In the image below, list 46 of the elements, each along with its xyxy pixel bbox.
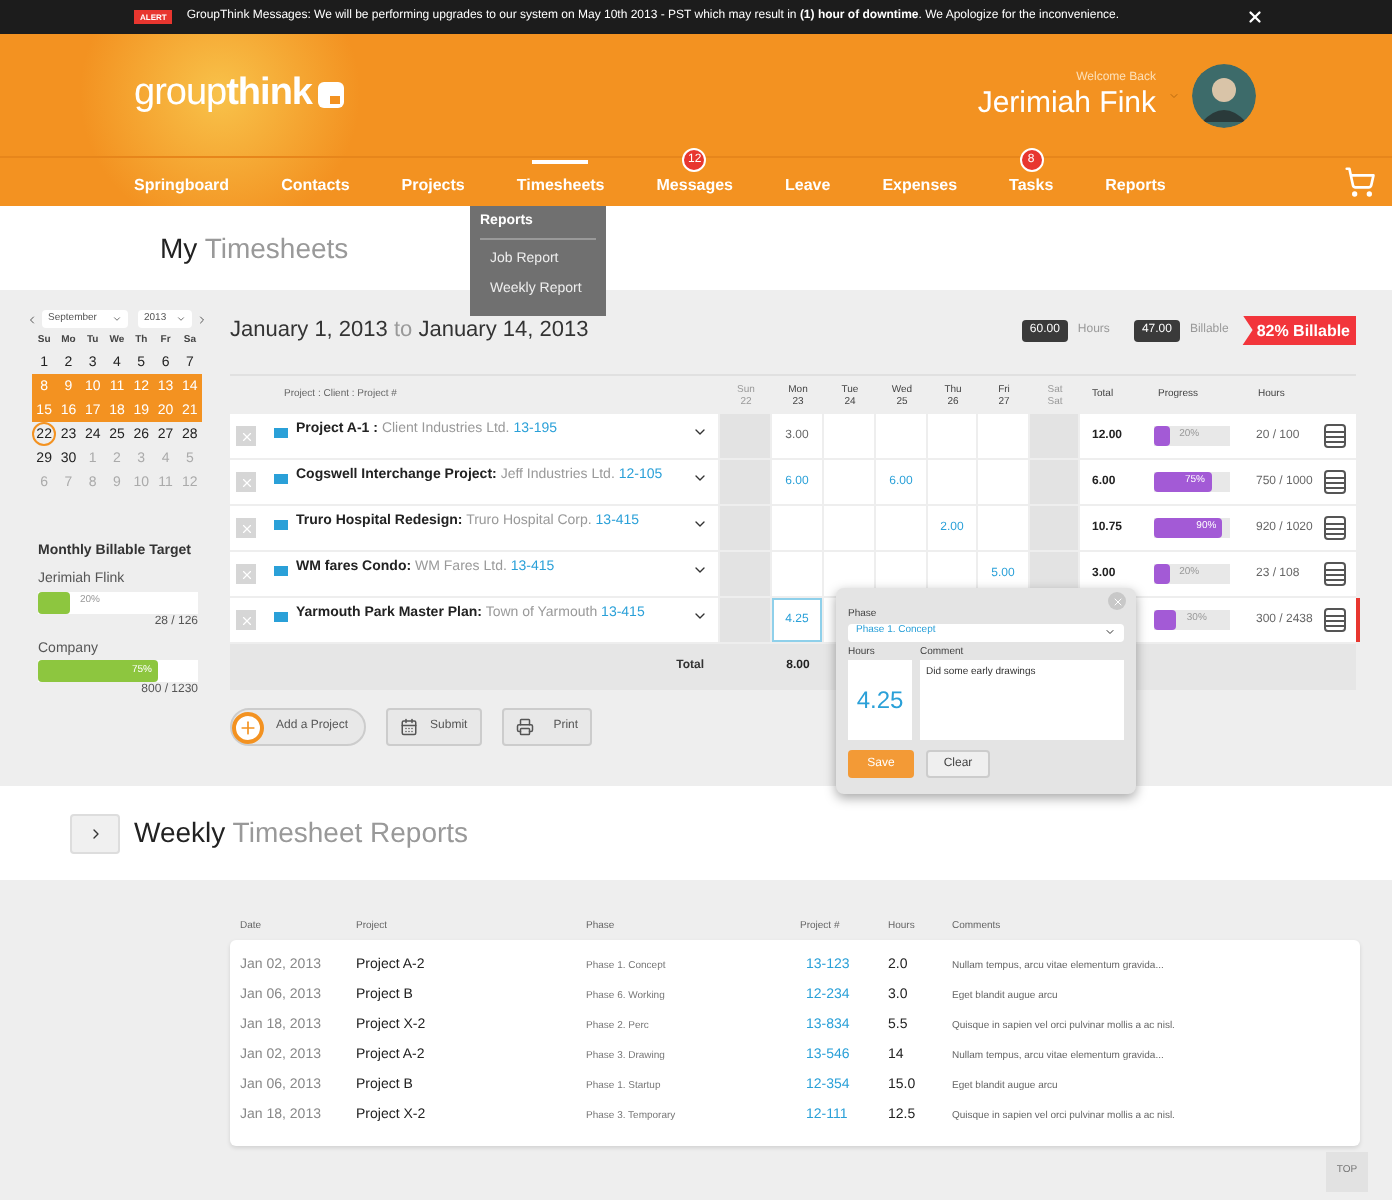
- logo-icon: [318, 82, 344, 108]
- expand-icon[interactable]: [692, 424, 708, 440]
- project-icon: [274, 520, 288, 530]
- nav-item[interactable]: Messages: [656, 166, 733, 206]
- page-title: My Timesheets: [160, 229, 349, 268]
- list-icon[interactable]: [1324, 608, 1346, 632]
- close-icon: [239, 475, 253, 489]
- printer-icon: [515, 718, 534, 736]
- project-icon: [274, 612, 288, 622]
- nav-item[interactable]: Projects: [401, 166, 465, 206]
- chevron-down-icon: [112, 314, 122, 324]
- expand-icon[interactable]: [692, 562, 708, 578]
- list-icon[interactable]: [1324, 424, 1346, 448]
- user-name: Jerimiah Fink: [977, 88, 1156, 120]
- list-icon[interactable]: [1324, 470, 1346, 494]
- chevron-down-icon: [176, 314, 186, 324]
- list-icon[interactable]: [1324, 562, 1346, 586]
- close-icon: [239, 613, 253, 627]
- nav-item[interactable]: Springboard: [134, 166, 230, 206]
- list-icon[interactable]: [1324, 516, 1346, 540]
- nav-item[interactable]: Leave: [785, 166, 831, 206]
- project-icon: [274, 566, 288, 576]
- close-icon: [1111, 595, 1123, 607]
- nav-item[interactable]: Timesheets: [516, 166, 605, 206]
- close-icon: [239, 567, 253, 581]
- close-icon: [239, 429, 253, 443]
- nav-item[interactable]: Contacts: [281, 166, 350, 206]
- expand-icon[interactable]: [692, 470, 708, 486]
- chevron-down-icon: [1104, 626, 1116, 638]
- section-title: Weekly Timesheet Reports: [134, 814, 469, 852]
- calendar-icon: [400, 718, 419, 736]
- nav-item[interactable]: Expenses: [882, 166, 958, 206]
- billable-ratio: 82% Billable: [1242, 315, 1356, 345]
- date-range: January 1, 2013 to January 14, 2013: [230, 315, 589, 346]
- nav-item[interactable]: Reports: [1105, 166, 1166, 206]
- avatar: [1192, 63, 1256, 127]
- hours-field[interactable]: 4.25: [848, 660, 912, 740]
- logo: groupthink: [134, 70, 312, 119]
- add-icon: [232, 711, 264, 743]
- project-icon: [274, 474, 288, 484]
- close-icon: [239, 521, 253, 535]
- project-icon: [274, 428, 288, 438]
- expand-icon[interactable]: [692, 608, 708, 624]
- nav-item[interactable]: Tasks: [1009, 166, 1054, 206]
- expand-icon[interactable]: [692, 516, 708, 532]
- close-icon[interactable]: [1246, 8, 1264, 26]
